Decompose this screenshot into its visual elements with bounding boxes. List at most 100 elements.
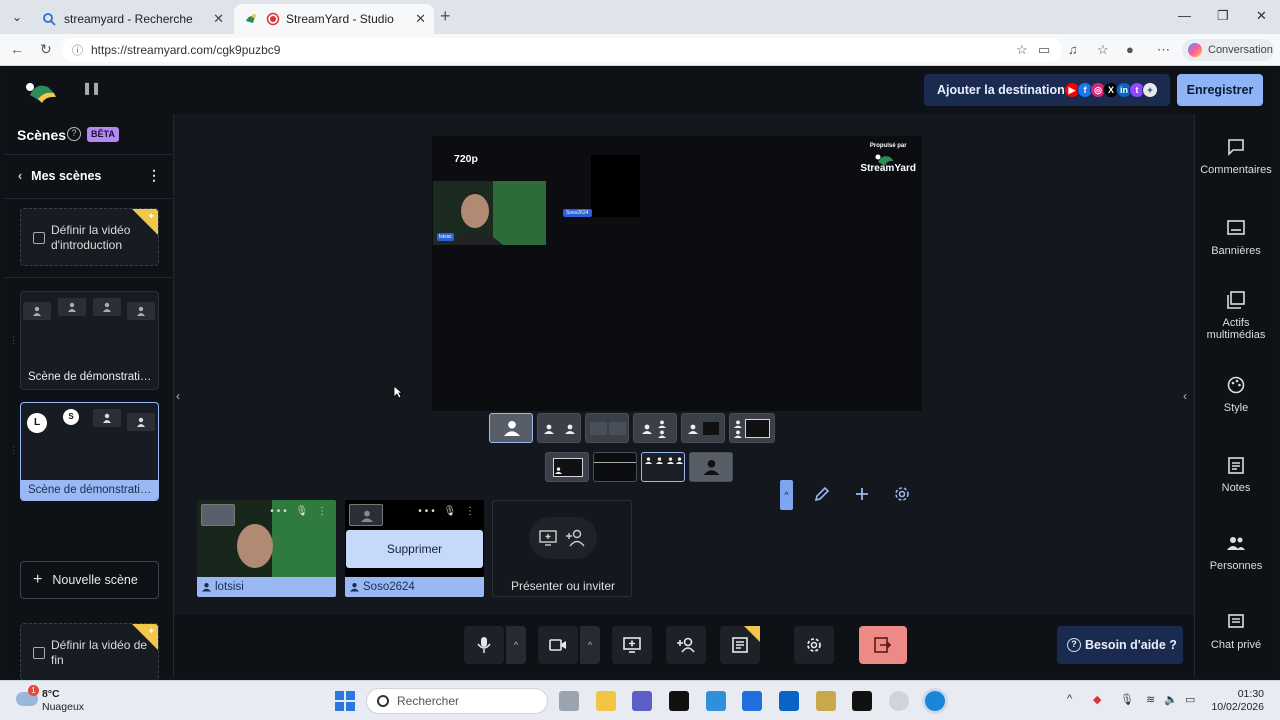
microphone-options-chevron-icon[interactable]: ^ [506, 626, 526, 664]
my-scenes-back[interactable]: ‹ Mes scènes [18, 169, 101, 183]
new-tab-plus-icon[interactable]: + [440, 6, 451, 27]
new-scene-button[interactable]: + Nouvelle scène [20, 561, 159, 599]
outro-video-card[interactable]: ✦ Définir la vidéo de fin [20, 623, 159, 681]
more-menu-icon[interactable]: ⋯ [1157, 42, 1170, 58]
mail-icon[interactable] [706, 691, 726, 711]
tray-chevron-up-icon[interactable]: ^ [1067, 693, 1072, 705]
participant-tile-lotsisi[interactable]: ••• 🎙 ⋮ lotsisi [197, 500, 336, 597]
taskbar-search-field[interactable]: Rechercher [366, 688, 548, 714]
media-assets-tab[interactable]: Actifs multimédias [1195, 291, 1277, 341]
layout-solo[interactable] [489, 413, 533, 443]
notes-tab[interactable]: Notes [1195, 456, 1277, 494]
microphone-icon[interactable]: 🎙 [296, 506, 312, 517]
profile-avatar-icon[interactable]: ● [1126, 42, 1134, 57]
system-clock[interactable]: 01:30 10/02/2026 [1208, 688, 1264, 714]
browser-tab-search[interactable]: streamyard - Recherche ✕ [32, 4, 232, 34]
camera-options-chevron-icon[interactable]: ^ [580, 626, 600, 664]
help-icon[interactable]: ? [67, 127, 81, 141]
layout-group[interactable] [633, 413, 677, 443]
layout-pip[interactable] [545, 452, 589, 482]
browser-tab-studio[interactable]: StreamYard - Studio ✕ [234, 4, 434, 34]
app-record-icon[interactable] [889, 691, 909, 711]
collapse-left-chevron-icon[interactable]: ‹ [176, 389, 180, 403]
camera-button[interactable] [538, 626, 578, 664]
banners-tab[interactable]: Bannières [1195, 219, 1277, 257]
url-field[interactable]: ⓘ https://streamyard.com/cgk9puzbc9 [62, 38, 1062, 62]
leave-studio-button[interactable] [859, 626, 907, 664]
private-chat-tab[interactable]: Chat privé [1195, 613, 1277, 651]
dropbox-icon[interactable] [742, 691, 762, 711]
mini-box [745, 419, 770, 438]
add-plus-icon[interactable] [854, 486, 870, 507]
layout-two-split[interactable] [537, 413, 581, 443]
app-icon[interactable] [816, 691, 836, 711]
layout-screen-large[interactable] [729, 413, 775, 443]
edit-pencil-icon[interactable] [814, 486, 830, 507]
comments-tab[interactable]: Commentaires [1195, 138, 1277, 176]
add-person-icon [677, 637, 695, 653]
file-explorer-icon[interactable] [596, 691, 616, 711]
maximize-icon[interactable]: ❐ [1217, 8, 1229, 24]
more-dots-icon[interactable]: ••• [270, 506, 290, 517]
extensions-icon[interactable]: ♫ [1068, 42, 1078, 57]
scene-card-2-selected[interactable]: L S Scène de démonstrati… [20, 402, 159, 501]
people-tab[interactable]: Personnes [1195, 534, 1277, 572]
layout-thin[interactable] [585, 413, 629, 443]
banners-button[interactable] [720, 626, 760, 664]
help-button[interactable]: ? Besoin d'aide ? [1057, 626, 1183, 664]
pause-icon[interactable]: ❚❚ [82, 81, 101, 95]
invite-guest-button[interactable] [666, 626, 706, 664]
layout-screen-side[interactable] [681, 413, 725, 443]
layout-cinema[interactable] [593, 452, 637, 482]
stage-settings-gear-icon[interactable] [894, 486, 910, 507]
back-arrow-icon[interactable]: ← [10, 41, 24, 57]
windows-start-icon[interactable] [335, 691, 355, 711]
tradingview-icon[interactable] [669, 691, 689, 711]
edge-browser-icon[interactable] [925, 691, 945, 711]
task-view-icon[interactable] [559, 691, 579, 711]
participant-tile-soso2624[interactable]: ••• 🎙 ⋮ Supprimer Soso2624 [345, 500, 484, 597]
present-or-invite-tile[interactable]: Présenter ou inviter [492, 500, 632, 597]
minimize-icon[interactable]: — [1178, 8, 1191, 23]
mini-box [590, 422, 607, 435]
site-info-icon[interactable]: ⓘ [72, 42, 83, 58]
close-tab-icon[interactable]: ✕ [415, 11, 426, 27]
record-button[interactable]: Enregistrer [1177, 74, 1263, 106]
streamyard-logo-icon[interactable] [24, 79, 58, 105]
kebab-menu-icon[interactable]: ⋮ [465, 506, 478, 517]
layout-custom-selected[interactable] [641, 452, 685, 482]
settings-button[interactable] [794, 626, 834, 664]
microphone-button[interactable] [464, 626, 504, 664]
outlook-icon[interactable] [779, 691, 799, 711]
teams-icon[interactable] [632, 691, 652, 711]
style-tab[interactable]: Style [1195, 376, 1277, 414]
microphone-icon[interactable]: 🎙 [444, 506, 460, 517]
layout-solo-alt[interactable] [689, 452, 733, 482]
tray-app-icon[interactable]: ◆ [1093, 693, 1101, 706]
camera-permission-icon[interactable]: ▭ [1038, 42, 1050, 58]
battery-icon[interactable]: ▭ [1185, 693, 1195, 706]
share-screen-button[interactable] [612, 626, 652, 664]
intro-video-card[interactable]: ✦ Définir la vidéo d'introduction [20, 208, 159, 266]
favorite-star-icon[interactable]: ☆ [1016, 42, 1028, 58]
more-layouts-chevron-icon[interactable]: ^ [780, 480, 793, 510]
add-destination-button[interactable]: Ajouter la destination ▶ f ◎ X in t + [924, 74, 1170, 106]
collapse-right-chevron-icon[interactable]: ‹ [1183, 389, 1187, 403]
remove-from-stage-button[interactable]: Supprimer [346, 530, 483, 568]
tab-actions-chevron-icon[interactable]: ⌄ [6, 6, 28, 28]
reload-icon[interactable]: ↻ [40, 41, 52, 58]
tiktok-icon[interactable] [852, 691, 872, 711]
close-window-icon[interactable]: ✕ [1256, 8, 1267, 24]
favorites-icon[interactable]: ☆ [1097, 42, 1109, 58]
notification-badge: 1 [28, 685, 39, 696]
scenes-more-icon[interactable]: ⋮ [147, 167, 161, 184]
tray-microphone-icon[interactable]: 🎙 [1120, 693, 1134, 706]
intro-video-label: Définir la vidéo d'introduction [51, 223, 131, 252]
scene-card-1[interactable]: Scène de démonstrati… [20, 291, 159, 390]
close-tab-icon[interactable]: ✕ [213, 11, 224, 27]
kebab-menu-icon[interactable]: ⋮ [317, 506, 330, 517]
more-dots-icon[interactable]: ••• [418, 506, 438, 517]
volume-icon[interactable]: 🔈 [1164, 693, 1178, 706]
copilot-conversation-button[interactable]: Conversation [1182, 39, 1274, 61]
wifi-icon[interactable]: ≋ [1146, 693, 1155, 706]
